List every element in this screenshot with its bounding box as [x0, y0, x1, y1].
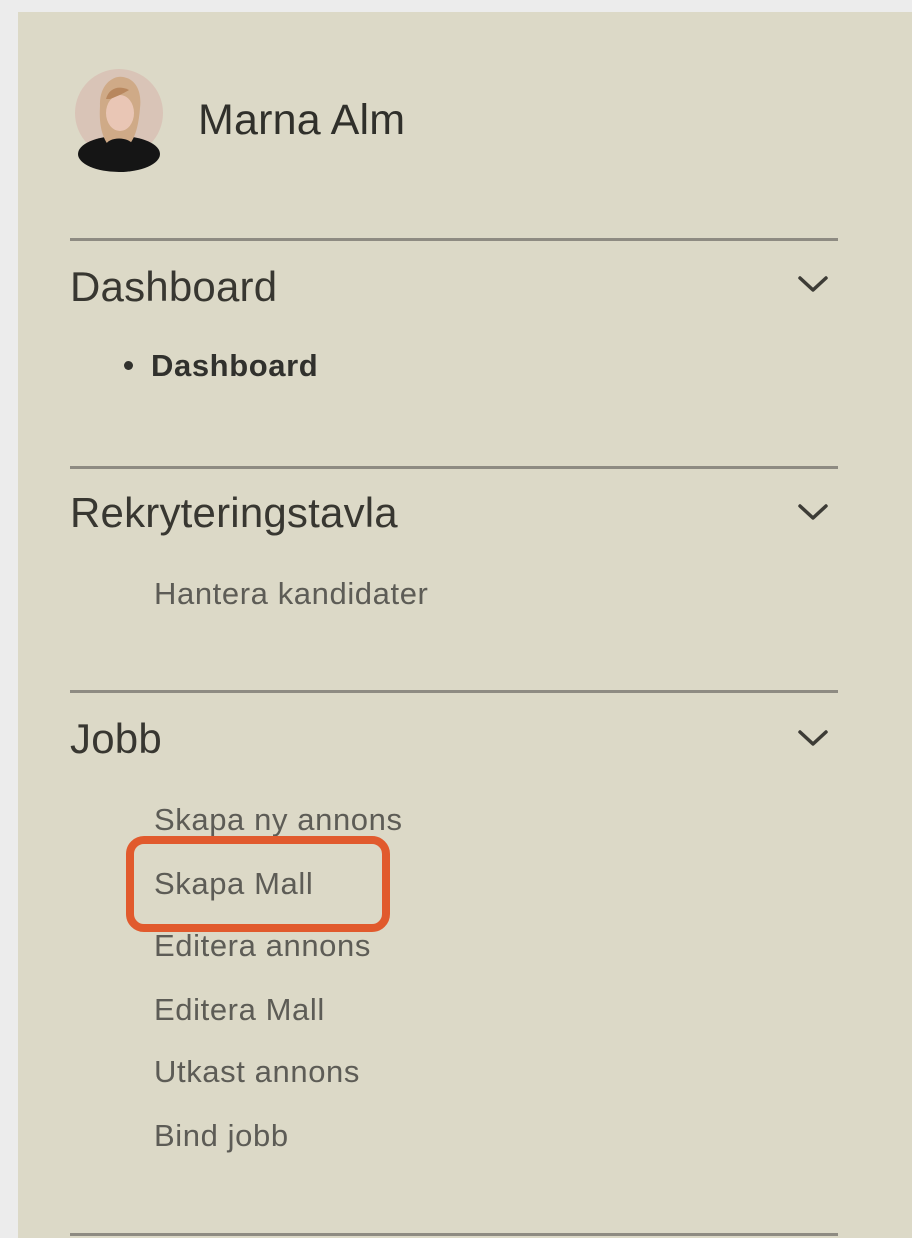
bullet-icon	[124, 361, 133, 371]
avatar	[75, 69, 163, 172]
chevron-down-icon[interactable]	[796, 728, 830, 748]
section-divider-dashboard	[70, 238, 838, 241]
sidebar-item-editera-mall[interactable]: Editera Mall	[154, 994, 325, 1025]
user-name: Marna Alm	[198, 95, 406, 144]
section-divider-bottom	[70, 1233, 838, 1236]
chevron-down-icon[interactable]	[796, 502, 830, 522]
sidebar-item-utkast-annons[interactable]: Utkast annons	[154, 1056, 360, 1087]
sidebar-panel: Marna Alm Dashboard Dashboard Rekryterin…	[18, 12, 912, 1238]
sidebar-item-bind-jobb[interactable]: Bind jobb	[154, 1120, 289, 1151]
sidebar-item-dashboard[interactable]: Dashboard	[124, 350, 318, 381]
sidebar-item-label: Dashboard	[151, 348, 319, 383]
section-divider-jobb	[70, 690, 838, 693]
user-profile[interactable]: Marna Alm	[74, 68, 405, 172]
sidebar-item-skapa-mall[interactable]: Skapa Mall	[154, 868, 313, 899]
section-title-dashboard[interactable]: Dashboard	[70, 266, 277, 308]
sidebar-item-skapa-ny-annons[interactable]: Skapa ny annons	[154, 804, 403, 835]
section-title-rekryteringstavla[interactable]: Rekryteringstavla	[70, 492, 398, 534]
sidebar-item-editera-annons[interactable]: Editera annons	[154, 930, 371, 961]
sidebar-item-hantera-kandidater[interactable]: Hantera kandidater	[154, 578, 428, 609]
chevron-down-icon[interactable]	[796, 274, 830, 294]
section-divider-rekryteringstavla	[70, 466, 838, 469]
section-title-jobb[interactable]: Jobb	[70, 718, 162, 760]
